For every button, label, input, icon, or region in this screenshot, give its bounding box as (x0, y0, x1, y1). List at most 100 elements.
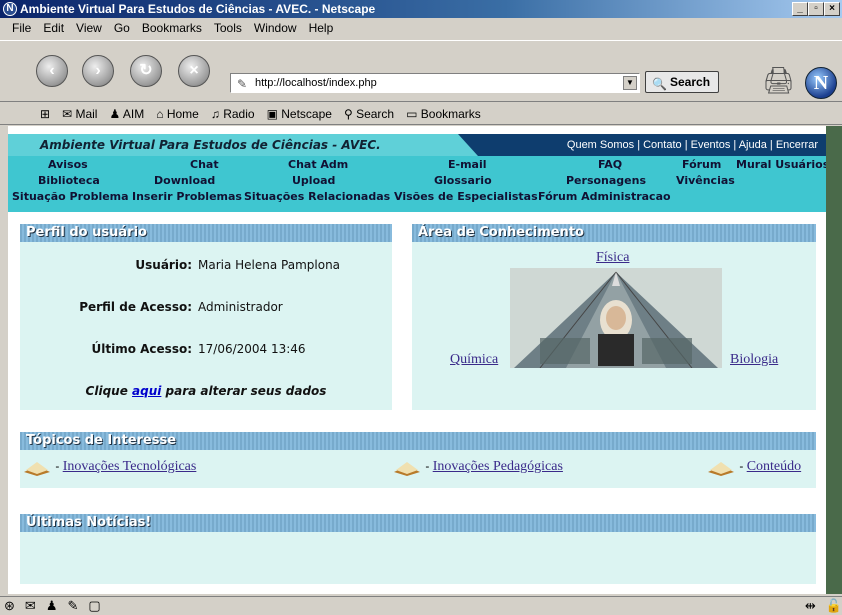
inovacoes-pedagogicas-link[interactable]: Inovações Pedagógicas (433, 459, 563, 474)
fisica-link[interactable]: Física (596, 250, 629, 266)
stop-button[interactable]: × (178, 55, 210, 87)
tabs-icon[interactable]: ⊞ (40, 107, 50, 121)
netscape-status-icon[interactable]: ⊛ (4, 598, 15, 614)
nav-situacoes-relacionadas[interactable]: Situações Relacionadas (244, 190, 390, 203)
book-icon (22, 458, 52, 476)
pt-home[interactable]: ⌂ Home (156, 107, 199, 121)
url-field[interactable]: ✎ http://localhost/index.php ▼ (230, 73, 640, 93)
menu-go[interactable]: Go (114, 21, 130, 35)
topico-sep: - (425, 459, 433, 474)
forward-button[interactable]: › (82, 55, 114, 87)
ultimo-acesso-label: Último Acesso: (91, 342, 193, 356)
security-lock-icon: 🔓 (825, 598, 842, 613)
pt-netscape-label: Netscape (281, 106, 332, 121)
nav-avisos[interactable]: Avisos (48, 158, 88, 171)
nav-email[interactable]: E-mail (448, 158, 487, 171)
pt-aim[interactable]: ♟ AIM (109, 107, 144, 121)
alterar-dados-text: Clique aqui para alterar seus dados (20, 384, 392, 398)
page-side-bar (826, 126, 842, 594)
pt-bookmarks-label: Bookmarks (420, 106, 481, 121)
nav-vivencias[interactable]: Vivências (676, 174, 735, 187)
menu-bookmarks[interactable]: Bookmarks (142, 21, 202, 35)
personal-toolbar: ⊞ ✉ Mail ♟ AIM ⌂ Home ♫ Radio ▣ Netscape… (0, 103, 842, 125)
aqui-link[interactable]: aqui (132, 384, 161, 398)
menu-window[interactable]: Window (254, 21, 297, 35)
science-pyramid-image[interactable] (510, 268, 722, 368)
search-icon: 🔍 (652, 77, 667, 91)
pt-home-label: Home (166, 106, 199, 121)
url-dropdown-icon[interactable]: ▼ (623, 76, 637, 90)
nav-download[interactable]: Download (154, 174, 215, 187)
pt-mail[interactable]: ✉ Mail (62, 107, 97, 121)
topico-sep: - (739, 459, 747, 474)
browser-window: N Ambiente Virtual Para Estudos de Ciênc… (0, 0, 842, 615)
pt-bookmarks[interactable]: ▭ Bookmarks (406, 107, 481, 121)
conteudo-link[interactable]: Conteúdo (747, 459, 801, 474)
topico-sep: - (55, 459, 63, 474)
composer-status-icon[interactable]: ✎ (67, 598, 78, 614)
perfil-acesso-value: Administrador (198, 300, 283, 314)
pt-search[interactable]: ⚲ Search (344, 107, 394, 121)
ultimo-acesso-value: 17/06/2004 13:46 (198, 342, 306, 356)
print-icon[interactable]: 🖨 (762, 65, 795, 96)
close-button[interactable]: × (824, 2, 840, 16)
clique-post: para alterar seus dados (161, 384, 327, 398)
perfil-panel: Perfil do usuário Usuário: Maria Helena … (20, 224, 392, 410)
nav-faq[interactable]: FAQ (598, 158, 622, 171)
nav-forum-administracao[interactable]: Fórum Administracao (538, 190, 671, 203)
menu-edit[interactable]: Edit (43, 21, 64, 35)
pt-radio-label: Radio (223, 106, 255, 121)
page-content: Ambiente Virtual Para Estudos de Ciência… (8, 126, 826, 594)
nav-glossario[interactable]: Glossario (434, 174, 492, 187)
pt-netscape[interactable]: ▣ Netscape (267, 107, 332, 121)
nav-chat-adm[interactable]: Chat Adm (288, 158, 348, 171)
area-heading: Área de Conhecimento (412, 224, 816, 242)
maximize-button[interactable]: ▫ (808, 2, 824, 16)
nav-biblioteca[interactable]: Biblioteca (38, 174, 100, 187)
noticias-panel: Últimas Notícias! (20, 514, 816, 584)
netscape-logo-icon[interactable]: N (805, 67, 837, 99)
url-text: http://localhost/index.php (255, 77, 377, 89)
pt-aim-label: AIM (122, 106, 145, 121)
topico-item-1: - Inovações Tecnológicas (22, 458, 196, 476)
reload-button[interactable]: ↻ (130, 55, 162, 87)
header-slant (458, 134, 478, 156)
nav-personagens[interactable]: Personagens (566, 174, 646, 187)
area-panel: Área de Conhecimento Física Química Biol… (412, 224, 816, 410)
nav-chat[interactable]: Chat (190, 158, 219, 171)
nav-upload[interactable]: Upload (292, 174, 335, 187)
menu-tools[interactable]: Tools (214, 21, 242, 35)
topicos-panel: Tópicos de Interesse - Inovações Tecnoló… (20, 432, 816, 488)
nav-forum[interactable]: Fórum (682, 158, 721, 171)
topico-item-3: - Conteúdo (706, 458, 801, 476)
nav-mural-usuarios[interactable]: Mural Usuários (736, 158, 826, 171)
search-button[interactable]: 🔍 Search (645, 71, 719, 93)
top-menu[interactable]: Quem Somos | Contato | Eventos | Ajuda |… (458, 134, 826, 156)
aim-status-icon[interactable]: ♟ (46, 598, 58, 614)
perfil-acesso-label: Perfil de Acesso: (79, 300, 192, 314)
address-book-status-icon[interactable]: ▢ (88, 598, 100, 614)
nav-inserir-problemas[interactable]: Inserir Problemas (132, 190, 242, 203)
title-bar: N Ambiente Virtual Para Estudos de Ciênc… (0, 0, 842, 18)
book-icon (706, 458, 736, 476)
pt-search-label: Search (356, 106, 395, 121)
minimize-button[interactable]: _ (792, 2, 808, 16)
mail-status-icon[interactable]: ✉ (25, 598, 36, 614)
back-button[interactable]: ‹ (36, 55, 68, 87)
connection-status-icon: ⇹ (804, 598, 816, 613)
window-controls: _ ▫ × (792, 2, 840, 16)
status-bar: ⊛ ✉ ♟ ✎ ▢ ⇹ 🔓 (0, 596, 842, 615)
noticias-heading: Últimas Notícias! (20, 514, 816, 532)
pt-radio[interactable]: ♫ Radio (211, 107, 255, 121)
nav-visoes-especialistas[interactable]: Visões de Especialistas (394, 190, 538, 203)
menu-file[interactable]: File (12, 21, 31, 35)
usuario-value: Maria Helena Pamplona (198, 258, 341, 272)
inovacoes-tecnologicas-link[interactable]: Inovações Tecnológicas (63, 459, 197, 474)
top-menu-text[interactable]: Quem Somos | Contato | Eventos | Ajuda |… (567, 139, 818, 151)
clique-pre: Clique (85, 384, 133, 398)
menu-view[interactable]: View (76, 21, 102, 35)
quimica-link[interactable]: Química (450, 352, 498, 368)
nav-situacao-problema[interactable]: Situação Problema (12, 190, 129, 203)
menu-help[interactable]: Help (309, 21, 334, 35)
biologia-link[interactable]: Biologia (730, 352, 778, 368)
